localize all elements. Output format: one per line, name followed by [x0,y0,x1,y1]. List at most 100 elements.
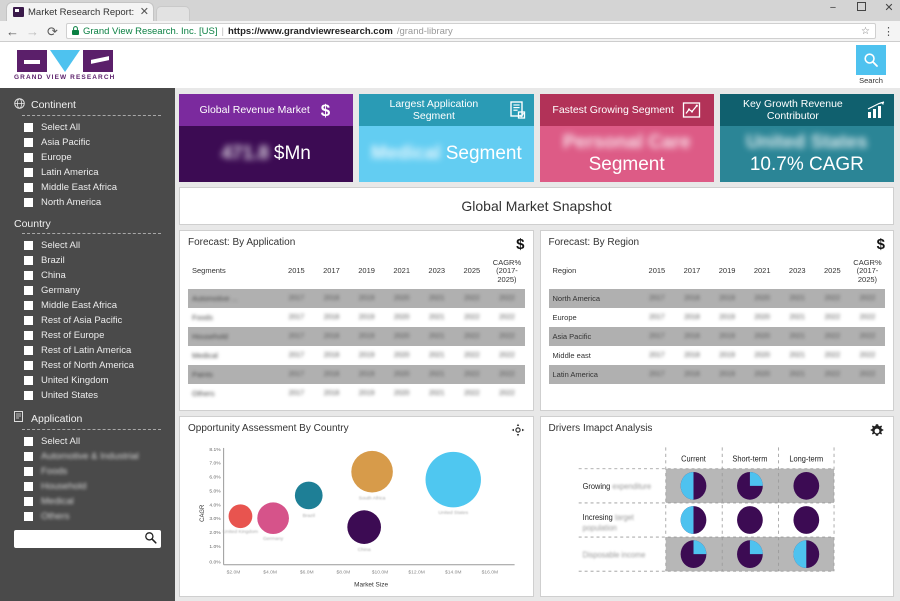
filter-option-middle-east-africa-country[interactable]: Middle East Africa [0,298,175,313]
cell: 2018 [674,308,709,327]
sidebar-search-input[interactable] [14,530,161,548]
checkbox[interactable] [24,183,33,192]
expand-icon[interactable] [511,423,525,440]
filter-option-household[interactable]: Household [0,479,175,494]
filter-option-rest-of-latin-america[interactable]: Rest of Latin America [0,343,175,358]
filter-option-brazil[interactable]: Brazil [0,253,175,268]
kpi-line: Medical Segment [371,143,522,165]
filter-option-germany[interactable]: Germany [0,283,175,298]
row-label: Others [188,384,279,403]
filter-option-foods[interactable]: Foods [0,464,175,479]
checkbox[interactable] [24,138,33,147]
cell: 2022 [850,289,885,308]
cell: 2017 [279,346,314,365]
filter-option-others[interactable]: Others [0,509,175,524]
checkbox[interactable] [24,361,33,370]
browser-tab[interactable]: Market Research Report: ✕ [6,2,154,21]
new-tab-button[interactable] [156,6,190,21]
checkbox[interactable] [24,391,33,400]
table-row[interactable]: Household 2017 2018 2019 2020 2021 2022 … [188,327,525,346]
filter-option-united-states[interactable]: United States [0,388,175,403]
checkbox[interactable] [24,286,33,295]
bubble-chart[interactable]: 8.1% 7.0% 6.0% 5.0% 4.0% 3.0% 2.0% 1.0% … [188,442,525,590]
filter-option-united-kingdom[interactable]: United Kingdom [0,373,175,388]
checkbox[interactable] [24,497,33,506]
row-label: Medical [188,346,279,365]
checkbox[interactable] [24,482,33,491]
bookmark-star-icon[interactable]: ☆ [861,26,870,37]
maximize-icon[interactable] [854,2,868,14]
dollar-icon[interactable]: $ [516,237,524,252]
table-row[interactable]: Paints 2017 2018 2019 2020 2021 2022 202… [188,365,525,384]
kpi-value: Segment [446,143,522,165]
table-row[interactable]: Foods 2017 2018 2019 2020 2021 2022 2022 [188,308,525,327]
filter-option-rest-of-north-america[interactable]: Rest of North America [0,358,175,373]
checkbox[interactable] [24,467,33,476]
table-row[interactable]: Medical 2017 2018 2019 2020 2021 2022 20… [188,346,525,365]
checkbox[interactable] [24,316,33,325]
kpi-card-largest-application-segment[interactable]: Largest Application Segment Medical Segm… [359,94,533,182]
filter-option-medical[interactable]: Medical [0,494,175,509]
site-search-button[interactable]: Search [856,45,886,85]
url-input[interactable]: Grand View Research. Inc. [US] | https:/… [66,23,876,39]
filter-option-middle-east-africa[interactable]: Middle East Africa [0,180,175,195]
svg-text:5.0%: 5.0% [209,488,221,494]
filter-option-asia-pacific[interactable]: Asia Pacific [0,135,175,150]
minimize-icon[interactable]: − [826,3,840,14]
checkbox[interactable] [24,168,33,177]
kpi-card-global-revenue-market[interactable]: Global Revenue Market $ 471.8 $Mn [179,94,353,182]
checkbox[interactable] [24,301,33,310]
filter-option-china[interactable]: China [0,268,175,283]
table-row[interactable]: Europe 2017 2018 2019 2020 2021 2022 202… [549,308,886,327]
close-icon[interactable]: ✕ [140,7,149,18]
filter-option-rest-of-asia-pacific[interactable]: Rest of Asia Pacific [0,313,175,328]
svg-text:3.0%: 3.0% [209,516,221,522]
filter-option-latin-america[interactable]: Latin America [0,165,175,180]
table-row[interactable]: Middle east 2017 2018 2019 2020 2021 202… [549,346,886,365]
back-icon[interactable]: ← [6,25,19,38]
table-row[interactable]: North America 2017 2018 2019 2020 2021 2… [549,289,886,308]
filter-option-select-all[interactable]: Select All [0,434,175,449]
checkbox[interactable] [24,271,33,280]
dollar-icon[interactable]: $ [877,237,885,252]
checkbox[interactable] [24,123,33,132]
bubble-label-south-africa: South Africa [359,495,386,501]
table-row[interactable]: Automotive ... 2017 2018 2019 2020 2021 … [188,289,525,308]
checkbox[interactable] [24,241,33,250]
kpi-value: 10.7% CAGR [750,154,864,175]
cell: 2021 [419,327,454,346]
checkbox[interactable] [24,153,33,162]
checkbox[interactable] [24,346,33,355]
checkbox[interactable] [24,452,33,461]
table-row[interactable]: Latin America 2017 2018 2019 2020 2021 2… [549,365,886,384]
table-row[interactable]: Asia Pacific 2017 2018 2019 2020 2021 20… [549,327,886,346]
kpi-card-key-growth-revenue-contributor[interactable]: Key Growth Revenue Contributor United St… [720,94,894,182]
filter-option-europe[interactable]: Europe [0,150,175,165]
filter-option-select-all[interactable]: Select All [0,238,175,253]
column-header-cagr: CAGR% (2017-2025) [489,257,524,289]
global-market-snapshot-banner: Global Market Snapshot [179,187,894,225]
checkbox[interactable] [24,437,33,446]
filter-option-north-america[interactable]: North America [0,195,175,210]
table-row[interactable]: Others 2017 2018 2019 2020 2021 2022 202… [188,384,525,403]
checkbox[interactable] [24,256,33,265]
reload-icon[interactable]: ⟳ [46,25,59,38]
checkbox[interactable] [24,512,33,521]
column-header-2015: 2015 [279,257,314,289]
kpi-card-fastest-growing-segment[interactable]: Fastest Growing Segment Personal Care Se… [540,94,714,182]
checkbox[interactable] [24,376,33,385]
filter-option-rest-of-europe[interactable]: Rest of Europe [0,328,175,343]
search-icon[interactable] [144,531,157,547]
filter-option-automotive-industrial[interactable]: Automotive & Industrial [0,449,175,464]
gear-icon[interactable] [869,423,885,439]
close-window-icon[interactable]: ✕ [882,3,896,14]
browser-menu-icon[interactable]: ⋮ [883,25,894,38]
gvr-logo[interactable]: GRAND VIEW RESEARCH [14,50,115,81]
trend-line-icon [682,101,701,120]
svg-text:$14.0M: $14.0M [445,569,461,575]
dashboard: Global Revenue Market $ 471.8 $Mn [175,88,900,601]
filter-option-select-all[interactable]: Select All [0,120,175,135]
checkbox[interactable] [24,331,33,340]
table-body: Automotive ... 2017 2018 2019 2020 2021 … [188,289,525,403]
checkbox[interactable] [24,198,33,207]
